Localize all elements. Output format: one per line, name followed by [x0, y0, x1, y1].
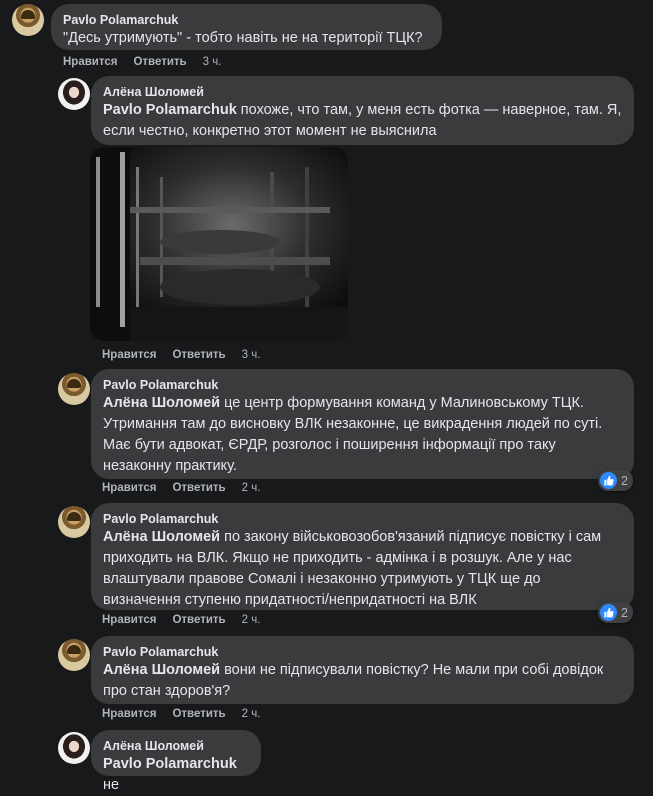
avatar[interactable]	[58, 373, 90, 405]
comment-text: Pavlo Polamarchuk не	[103, 754, 249, 796]
comment-actions: Нравится Ответить 2 ч.	[102, 614, 260, 626]
comment-time[interactable]: 3 ч.	[242, 349, 261, 361]
comment-bubble: Алёна Шоломей Pavlo Polamarchuk не	[91, 730, 261, 793]
comment-photo[interactable]	[90, 147, 348, 341]
reaction-number: 2	[621, 473, 628, 488]
comment-bubble: Pavlo Polamarchuk Алёна Шоломей по закон…	[91, 503, 634, 610]
like-button[interactable]: Нравится	[102, 482, 156, 494]
comment-actions: Нравится Ответить 2 ч.	[102, 708, 260, 720]
comment-author[interactable]: Pavlo Polamarchuk	[103, 511, 622, 527]
like-button[interactable]: Нравится	[63, 56, 117, 68]
reaction-count[interactable]: 2	[598, 602, 633, 623]
reaction-count[interactable]: 2	[598, 470, 633, 491]
thumbs-up-icon	[600, 472, 617, 489]
comment-actions: Нравится Ответить 3 ч.	[102, 349, 260, 361]
comment-bubble: Pavlo Polamarchuk Алёна Шоломей вони не …	[91, 636, 634, 704]
comment-bubble: Алёна Шоломей Pavlo Polamarchuk похоже, …	[91, 76, 634, 145]
comment-text: Алёна Шоломей по закону військовозобов'я…	[103, 527, 622, 611]
avatar[interactable]	[58, 639, 90, 671]
comment-text: Pavlo Polamarchuk похоже, что там, у мен…	[103, 100, 622, 142]
comment-text: Алёна Шоломей це центр формування команд…	[103, 393, 622, 477]
comment-author[interactable]: Pavlo Polamarchuk	[103, 377, 622, 393]
thumbs-up-icon	[600, 604, 617, 621]
mention[interactable]: Pavlo Polamarchuk	[103, 102, 237, 118]
avatar[interactable]	[58, 78, 90, 110]
comment-actions: Нравится Ответить 3 ч.	[63, 56, 221, 68]
mention[interactable]: Алёна Шоломей	[103, 662, 220, 678]
comment-text: Алёна Шоломей вони не підписували повіст…	[103, 660, 622, 702]
reply-button[interactable]: Ответить	[172, 349, 225, 361]
comment-time[interactable]: 2 ч.	[242, 708, 261, 720]
reaction-number: 2	[621, 605, 628, 620]
comment-actions: Нравится Ответить 2 ч.	[102, 482, 260, 494]
mention[interactable]: Алёна Шоломей	[103, 529, 220, 545]
like-button[interactable]: Нравится	[102, 708, 156, 720]
mention[interactable]: Алёна Шоломей	[103, 395, 220, 411]
comment-bubble: Pavlo Polamarchuk Алёна Шоломей це центр…	[91, 369, 634, 479]
comment-bubble: Pavlo Polamarchuk "Десь утримують" - тоб…	[51, 4, 442, 50]
reply-button[interactable]: Ответить	[172, 708, 225, 720]
reply-button[interactable]: Ответить	[172, 482, 225, 494]
comment-time[interactable]: 2 ч.	[242, 614, 261, 626]
avatar[interactable]	[12, 4, 44, 36]
mention[interactable]: Pavlo Polamarchuk	[103, 756, 237, 772]
like-button[interactable]: Нравится	[102, 614, 156, 626]
comment-text: "Десь утримують" - тобто навіть не на те…	[63, 30, 423, 46]
like-button[interactable]: Нравится	[102, 349, 156, 361]
avatar[interactable]	[58, 732, 90, 764]
comment-author[interactable]: Алёна Шоломей	[103, 738, 249, 754]
avatar[interactable]	[58, 506, 90, 538]
comment-time[interactable]: 3 ч.	[203, 56, 222, 68]
comment-author[interactable]: Pavlo Polamarchuk	[103, 644, 622, 660]
comment-author[interactable]: Алёна Шоломей	[103, 84, 622, 100]
reply-button[interactable]: Ответить	[133, 56, 186, 68]
comment-time[interactable]: 2 ч.	[242, 482, 261, 494]
comment-body: не	[103, 777, 120, 793]
photo-image	[90, 147, 348, 341]
comment-author[interactable]: Pavlo Polamarchuk	[63, 12, 430, 28]
reply-button[interactable]: Ответить	[172, 614, 225, 626]
